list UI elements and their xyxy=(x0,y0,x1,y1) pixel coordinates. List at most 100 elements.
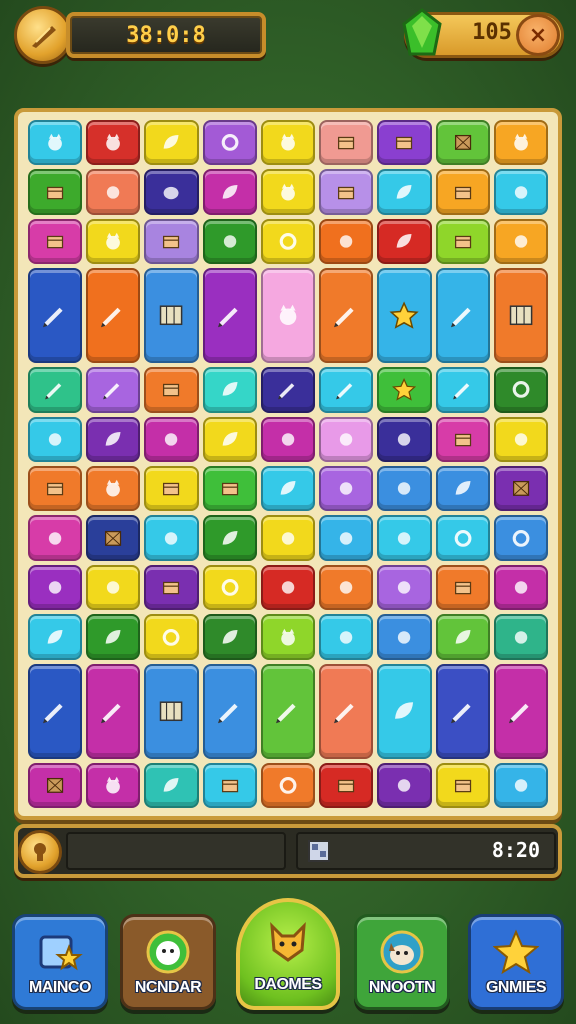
game-tile[interactable] xyxy=(86,268,141,364)
game-tile[interactable] xyxy=(86,614,141,660)
game-tile[interactable] xyxy=(493,169,548,215)
game-tile[interactable] xyxy=(260,762,316,808)
game-tile[interactable] xyxy=(493,515,548,561)
game-tile[interactable] xyxy=(260,564,316,611)
game-tile[interactable] xyxy=(377,466,432,512)
game-tile[interactable] xyxy=(435,169,490,215)
game-tile[interactable] xyxy=(86,663,141,759)
game-tile[interactable] xyxy=(377,515,432,561)
game-tile[interactable] xyxy=(28,614,83,660)
game-tile[interactable] xyxy=(260,367,316,413)
game-tile[interactable] xyxy=(144,268,199,364)
game-tile[interactable] xyxy=(144,564,199,611)
game-tile[interactable] xyxy=(493,120,548,166)
game-tile[interactable] xyxy=(435,120,490,166)
game-tile[interactable] xyxy=(319,120,374,166)
game-tile[interactable] xyxy=(319,218,374,265)
game-tile[interactable] xyxy=(144,762,199,808)
game-tile[interactable] xyxy=(202,614,257,660)
game-tile[interactable] xyxy=(86,218,141,265)
nav-button-mainco[interactable]: MAINCO xyxy=(12,914,108,1010)
game-tile[interactable] xyxy=(493,218,548,265)
game-tile[interactable] xyxy=(28,762,83,808)
game-tile[interactable] xyxy=(493,564,548,611)
game-tile[interactable] xyxy=(86,762,141,808)
game-tile[interactable] xyxy=(202,762,257,808)
game-tile[interactable] xyxy=(319,762,374,808)
game-tile[interactable] xyxy=(493,367,548,413)
game-tile[interactable] xyxy=(435,268,490,364)
game-tile[interactable] xyxy=(28,564,83,611)
game-tile[interactable] xyxy=(377,762,432,808)
game-tile[interactable] xyxy=(86,169,141,215)
game-tile[interactable] xyxy=(377,367,432,413)
game-tile[interactable] xyxy=(28,416,83,462)
game-tile[interactable] xyxy=(144,614,199,660)
game-tile[interactable] xyxy=(435,663,490,759)
game-tile[interactable] xyxy=(144,367,199,413)
game-tile[interactable] xyxy=(28,169,83,215)
game-tile[interactable] xyxy=(377,614,432,660)
game-tile[interactable] xyxy=(144,663,199,759)
game-tile[interactable] xyxy=(86,416,141,462)
game-tile[interactable] xyxy=(260,515,316,561)
game-tile[interactable] xyxy=(319,515,374,561)
game-tile[interactable] xyxy=(377,169,432,215)
game-tile[interactable] xyxy=(493,268,548,364)
game-tile[interactable] xyxy=(28,466,83,512)
game-tile[interactable] xyxy=(144,120,199,166)
game-tile[interactable] xyxy=(28,367,83,413)
game-tile[interactable] xyxy=(319,663,374,759)
nav-button-nnootn[interactable]: NNOOTN xyxy=(354,914,450,1010)
game-tile[interactable] xyxy=(86,515,141,561)
game-tile[interactable] xyxy=(435,466,490,512)
game-tile[interactable] xyxy=(319,268,374,364)
game-tile[interactable] xyxy=(493,762,548,808)
game-tile[interactable] xyxy=(28,120,83,166)
game-tile[interactable] xyxy=(86,120,141,166)
game-tile[interactable] xyxy=(28,515,83,561)
game-tile[interactable] xyxy=(435,416,490,462)
game-tile[interactable] xyxy=(377,663,432,759)
game-tile[interactable] xyxy=(202,515,257,561)
key-coin-icon[interactable] xyxy=(18,830,62,874)
nav-button-daomes[interactable]: DAOMES xyxy=(236,898,340,1010)
game-tile[interactable] xyxy=(260,268,316,364)
game-tile[interactable] xyxy=(377,218,432,265)
close-button[interactable]: × xyxy=(516,14,560,56)
game-tile[interactable] xyxy=(260,218,316,265)
game-tile[interactable] xyxy=(319,614,374,660)
game-tile[interactable] xyxy=(260,120,316,166)
game-tile[interactable] xyxy=(202,466,257,512)
game-tile[interactable] xyxy=(202,120,257,166)
game-tile[interactable] xyxy=(202,416,257,462)
game-tile[interactable] xyxy=(493,663,548,759)
game-tile[interactable] xyxy=(319,169,374,215)
game-tile[interactable] xyxy=(86,466,141,512)
game-tile[interactable] xyxy=(202,169,257,215)
game-tile[interactable] xyxy=(435,515,490,561)
game-tile[interactable] xyxy=(144,515,199,561)
game-tile[interactable] xyxy=(435,762,490,808)
game-tile[interactable] xyxy=(260,614,316,660)
game-tile[interactable] xyxy=(86,367,141,413)
nav-button-ncndar[interactable]: NCNDAR xyxy=(120,914,216,1010)
game-tile[interactable] xyxy=(260,416,316,462)
game-tile[interactable] xyxy=(202,564,257,611)
game-tile[interactable] xyxy=(435,564,490,611)
game-tile[interactable] xyxy=(435,367,490,413)
game-tile[interactable] xyxy=(377,416,432,462)
game-tile[interactable] xyxy=(319,564,374,611)
game-tile[interactable] xyxy=(202,218,257,265)
game-tile[interactable] xyxy=(28,218,83,265)
game-tile[interactable] xyxy=(493,416,548,462)
coin-icon[interactable] xyxy=(14,6,72,64)
game-tile[interactable] xyxy=(28,268,83,364)
game-tile[interactable] xyxy=(319,466,374,512)
game-tile[interactable] xyxy=(202,268,257,364)
game-tile[interactable] xyxy=(144,466,199,512)
game-tile[interactable] xyxy=(260,466,316,512)
game-tile[interactable] xyxy=(493,466,548,512)
game-tile[interactable] xyxy=(144,218,199,265)
game-tile[interactable] xyxy=(260,663,316,759)
